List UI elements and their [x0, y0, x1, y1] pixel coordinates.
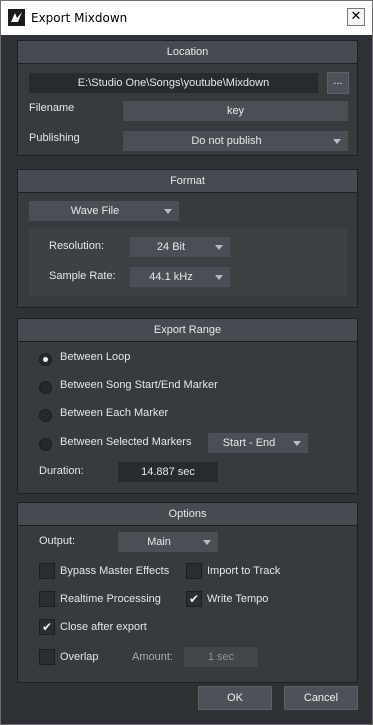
- duration-label: Duration:: [39, 465, 84, 477]
- chevron-down-icon: [203, 540, 211, 545]
- sample-rate-label: Sample Rate:: [49, 270, 116, 282]
- ok-button[interactable]: OK: [198, 686, 272, 710]
- studio-one-logo-icon: [8, 9, 25, 26]
- amount-label: Amount:: [132, 651, 173, 663]
- format-settings-panel: Resolution: 24 Bit Sample Rate: 44.1 kHz: [29, 227, 347, 296]
- format-header: Format: [18, 170, 357, 193]
- chevron-down-icon: [215, 275, 223, 280]
- title-bar[interactable]: Export Mixdown ✕: [1, 1, 372, 35]
- location-header: Location: [18, 41, 357, 64]
- cancel-button[interactable]: Cancel: [284, 686, 358, 710]
- export-range-header: Export Range: [18, 319, 357, 342]
- between-each-marker-label[interactable]: Between Each Marker: [60, 407, 168, 419]
- chevron-down-icon: [293, 441, 301, 446]
- write-tempo-checkbox[interactable]: ✔: [186, 591, 202, 607]
- close-after-export-label[interactable]: Close after export: [60, 621, 147, 633]
- amount-field[interactable]: 1 sec: [184, 647, 258, 667]
- sample-rate-dropdown[interactable]: 44.1 kHz: [130, 267, 230, 287]
- duration-value: 14.887 sec: [118, 462, 218, 482]
- close-icon: ✕: [350, 9, 362, 24]
- export-mixdown-window: Export Mixdown ✕ Location E:\Studio One\…: [0, 0, 373, 725]
- chevron-down-icon: [215, 245, 223, 250]
- realtime-processing-label[interactable]: Realtime Processing: [60, 593, 161, 605]
- bypass-master-label[interactable]: Bypass Master Effects: [60, 565, 169, 577]
- filename-label: Filename: [29, 102, 75, 114]
- publishing-dropdown[interactable]: Do not publish: [123, 131, 348, 151]
- resolution-dropdown[interactable]: 24 Bit: [130, 237, 230, 257]
- radio-between-song-markers[interactable]: [39, 381, 52, 394]
- between-selected-markers-label[interactable]: Between Selected Markers: [60, 436, 191, 448]
- overlap-label[interactable]: Overlap: [60, 651, 99, 663]
- radio-between-loop[interactable]: [39, 353, 52, 366]
- chevron-down-icon: [164, 209, 172, 214]
- write-tempo-label[interactable]: Write Tempo: [207, 593, 268, 605]
- between-song-markers-label[interactable]: Between Song Start/End Marker: [60, 379, 218, 391]
- format-section: Format Wave File Resolution: 24 Bit Samp…: [17, 169, 358, 308]
- checkmark-icon: ✔: [41, 620, 53, 634]
- dialog-body: Location E:\Studio One\Songs\youtube\Mix…: [1, 35, 372, 724]
- output-dropdown[interactable]: Main: [118, 532, 218, 552]
- file-type-value: Wave File: [70, 205, 120, 217]
- options-header: Options: [18, 503, 357, 526]
- overlap-checkbox[interactable]: [39, 649, 55, 665]
- import-to-track-checkbox[interactable]: [186, 563, 202, 579]
- window-title: Export Mixdown: [31, 11, 128, 25]
- location-path-field[interactable]: E:\Studio One\Songs\youtube\Mixdown: [29, 73, 318, 93]
- publishing-label: Publishing: [29, 132, 80, 144]
- radio-between-each-marker[interactable]: [39, 409, 52, 422]
- output-label: Output:: [39, 535, 76, 547]
- resolution-label: Resolution:: [49, 240, 105, 252]
- realtime-processing-checkbox[interactable]: [39, 591, 55, 607]
- file-type-dropdown[interactable]: Wave File: [29, 201, 179, 221]
- checkmark-icon: ✔: [188, 592, 200, 606]
- close-after-export-checkbox[interactable]: ✔: [39, 619, 55, 635]
- radio-between-selected-markers[interactable]: [39, 438, 52, 451]
- browse-button[interactable]: ...: [327, 72, 349, 94]
- output-value: Main: [147, 536, 171, 548]
- resolution-value: 24 Bit: [156, 241, 186, 253]
- bypass-master-checkbox[interactable]: [39, 563, 55, 579]
- import-to-track-label[interactable]: Import to Track: [207, 565, 280, 577]
- markers-dropdown[interactable]: Start - End: [208, 433, 308, 453]
- markers-value: Start - End: [222, 437, 276, 449]
- filename-field[interactable]: key: [123, 101, 348, 121]
- close-button[interactable]: ✕: [347, 8, 365, 26]
- chevron-down-icon: [333, 139, 341, 144]
- export-range-section: Export Range Between Loop Between Song S…: [17, 318, 358, 494]
- between-loop-label[interactable]: Between Loop: [60, 351, 130, 363]
- options-section: Options Output: Main Bypass Master Effec…: [17, 502, 358, 683]
- publishing-value: Do not publish: [191, 135, 262, 147]
- location-section: Location E:\Studio One\Songs\youtube\Mix…: [17, 40, 358, 156]
- sample-rate-value: 44.1 kHz: [149, 271, 193, 283]
